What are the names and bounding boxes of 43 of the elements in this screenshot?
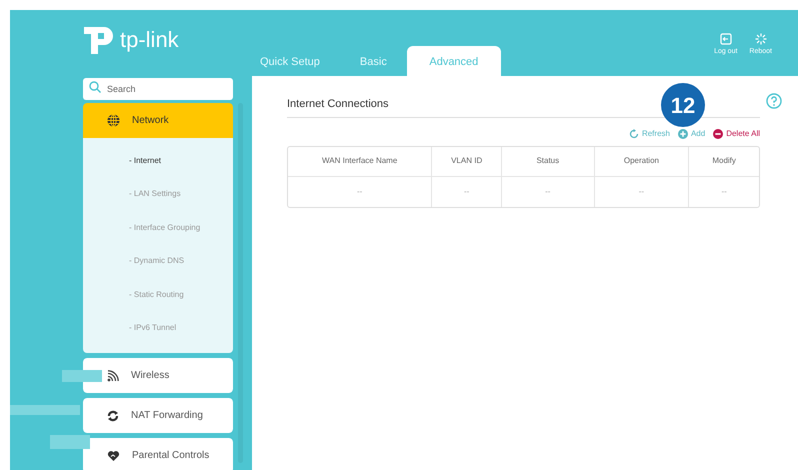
column-header: Operation bbox=[594, 146, 690, 176]
heart-icon bbox=[107, 450, 120, 462]
background-block bbox=[62, 370, 102, 382]
plus-icon bbox=[678, 128, 688, 138]
background-block bbox=[10, 405, 80, 415]
logo-icon bbox=[82, 24, 116, 54]
sidebar-item[interactable]: Wireless bbox=[83, 358, 234, 393]
wifi-icon bbox=[107, 370, 119, 382]
logout-icon bbox=[720, 32, 732, 45]
sidebar-item[interactable]: Parental Controls bbox=[83, 438, 234, 470]
background-block bbox=[50, 435, 90, 449]
submenu-item[interactable]: - LAN Settings bbox=[83, 178, 234, 211]
table-cell: -- bbox=[594, 176, 690, 206]
circular-arrows-icon bbox=[107, 410, 119, 422]
logo-text: tp-link bbox=[120, 26, 179, 54]
table-cell: -- bbox=[502, 176, 595, 206]
sidebar-item[interactable]: NAT Forwarding bbox=[83, 398, 234, 433]
refresh-icon bbox=[628, 128, 639, 138]
add-button[interactable]: Add bbox=[678, 128, 706, 140]
sidebar-item[interactable]: Network bbox=[83, 103, 234, 138]
minus-icon bbox=[713, 128, 724, 138]
column-header: VLAN ID bbox=[432, 146, 502, 176]
column-header: Status bbox=[502, 146, 595, 176]
globe-icon bbox=[107, 114, 120, 127]
tab[interactable]: Basic bbox=[340, 46, 407, 76]
help-icon bbox=[766, 93, 782, 109]
submenu-item[interactable]: - Interface Grouping bbox=[83, 211, 234, 244]
tab[interactable]: Advanced bbox=[406, 46, 501, 76]
delete-button[interactable]: Delete All bbox=[713, 128, 760, 140]
table-cell-text: -- bbox=[720, 186, 728, 198]
refresh-button[interactable]: Refresh bbox=[628, 128, 670, 140]
submenu-item[interactable]: - Static Routing bbox=[83, 278, 234, 312]
column-header: WAN Interface Name bbox=[288, 146, 432, 176]
reboot-icon bbox=[754, 32, 767, 45]
submenu-item[interactable]: - Dynamic DNS bbox=[83, 244, 234, 278]
table-cell: -- bbox=[288, 176, 432, 206]
column-header: Modify bbox=[689, 146, 759, 176]
search-field[interactable]: Search bbox=[83, 78, 234, 100]
submenu-item[interactable]: - Internet bbox=[83, 144, 234, 178]
tab[interactable]: Quick Setup bbox=[240, 46, 340, 76]
submenu-item[interactable]: - IPv6 Tunnel bbox=[83, 312, 234, 345]
callout-badge: 12 bbox=[661, 83, 705, 127]
table-cell: -- bbox=[432, 176, 502, 206]
